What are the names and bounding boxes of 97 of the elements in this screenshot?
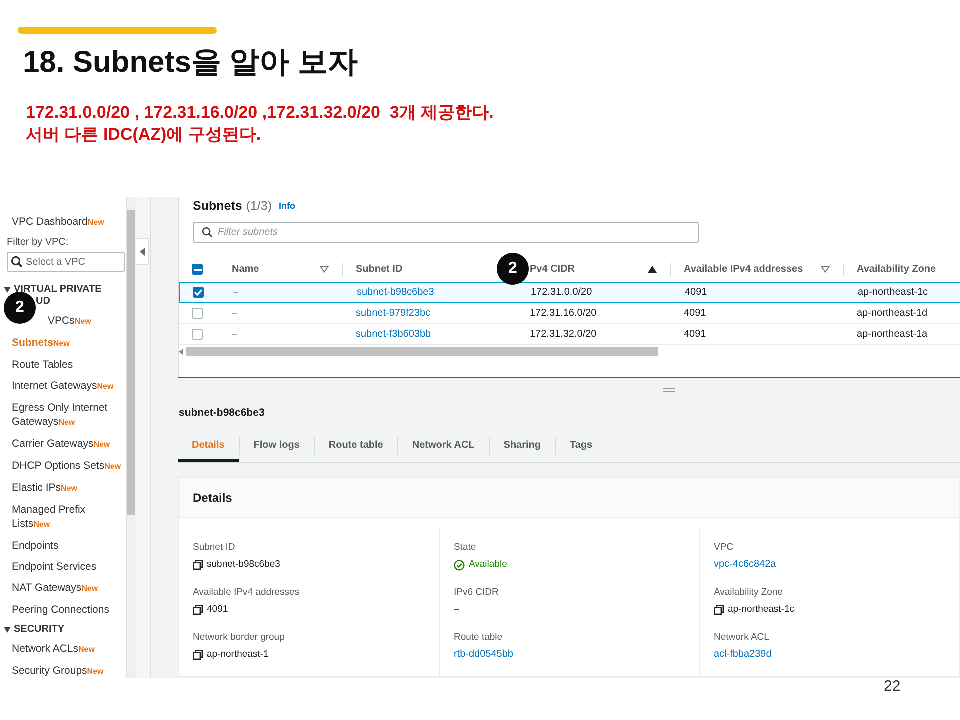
table-cell: ap-northeast-1a [857,328,928,340]
copy-icon[interactable] [193,560,203,570]
scroll-left-icon[interactable] [179,348,183,354]
card-title: Details [193,490,232,504]
table-cell: 172.31.16.0/20 [530,308,597,318]
minus-icon [194,268,202,270]
selection-count: (1/3) [246,198,272,212]
subnet-heading: subnet-b98c6be3 [178,406,266,419]
search-icon [11,256,23,268]
table-row[interactable]: – subnet-f3b603bb 172.31.32.0/20 4091 ap-northeast-1a [179,324,960,345]
row-checkbox[interactable] [192,308,203,318]
field-label: Subnet ID [193,542,236,554]
nav-link[interactable]: Network ACLsNew [0,639,126,661]
nav-link[interactable]: Security GroupsNew [0,661,126,678]
table-cell: 172.31.32.0/20 [530,328,597,340]
info-link[interactable]: Info [279,200,296,210]
row-checkbox[interactable] [193,287,204,298]
field-value: – [454,604,460,616]
nav-link[interactable]: Carrier GatewaysNew [0,434,126,456]
search-icon [202,227,213,238]
subnet-link[interactable]: subnet-f3b603bb [356,328,432,340]
tab[interactable]: Network ACL [398,429,489,462]
drag-handle-icon[interactable] [663,388,675,392]
select-all-checkbox[interactable] [192,264,203,275]
table-cell: 4091 [684,308,706,318]
field-link[interactable]: acl-fbba239d [714,649,772,661]
table-cell: 172.31.0.0/20 [531,287,592,298]
field-value: subnet-b98c6be3 [207,559,280,571]
field-value: ap-northeast-1 [207,649,269,661]
field-label: IPv6 CIDR [454,587,500,599]
table-row[interactable]: – subnet-b98c6be3 172.31.0.0/20 4091 ap-northeast-1c [179,282,960,303]
field-label: Availability Zone [714,587,784,599]
sort-triangle-icon[interactable] [320,266,329,273]
filter-label: Filter by VPC: [7,236,70,249]
field-link[interactable]: vpc-4c6c842a [714,559,776,571]
check-icon [194,289,203,296]
tab[interactable]: Sharing [490,429,556,462]
note-text: 서버 다른 IDC(AZ)에 구성된다. [26,124,262,146]
field-value: ap-northeast-1c [728,604,795,616]
nav-link[interactable]: Managed Prefix ListsNew [0,500,126,536]
field-value: 4091 [207,604,228,616]
table-row[interactable]: – subnet-979f23bc 172.31.16.0/20 4091 ap-northeast-1d [179,303,960,324]
page-number: 22 [884,678,901,695]
collapse-triangle-icon[interactable] [4,287,11,293]
nav-link[interactable]: Endpoints [0,536,126,557]
table-cell: – [232,328,238,340]
table-cell: ap-northeast-1d [857,308,928,318]
sort-ascending-icon[interactable] [648,266,657,273]
table-cell: 4091 [684,328,706,340]
nav-link[interactable]: Endpoint Services [0,557,126,578]
copy-icon[interactable] [193,605,203,615]
tab[interactable]: Flow logs [240,429,314,462]
nav-link[interactable]: Internet GatewaysNew [0,376,126,398]
tab[interactable]: Tags [556,429,607,462]
field-label: Available IPv4 addresses [193,587,300,599]
copy-icon[interactable] [193,650,203,660]
table-cell: 4091 [685,287,708,298]
table-cell: ap-northeast-1c [858,287,928,298]
slide-title: 18. Subnets을 알아 보자 [23,45,358,81]
check-circle-icon [454,560,465,570]
nav-link[interactable]: Egress Only Internet GatewaysNew [0,398,126,434]
tab[interactable]: Route table [314,429,398,462]
field-label: Route table [454,632,504,644]
nav-link[interactable]: Peering Connections [0,600,126,621]
column-header[interactable]: Availability Zone [857,264,936,275]
subnet-link[interactable]: subnet-979f23bc [356,308,431,318]
section-heading: UD [36,296,50,308]
caret-left-icon [140,248,144,256]
nav-link[interactable]: NAT GatewaysNew [0,578,126,600]
section-heading: SECURITY [14,624,65,636]
column-header[interactable]: Available IPv4 addresses [684,264,804,275]
nav-link[interactable]: Elastic IPsNew [0,478,126,500]
row-checkbox[interactable] [192,328,203,340]
field-label: VPC [714,542,735,554]
table-cell: – [233,287,239,298]
panel-title: Subnets [193,198,242,212]
field-link[interactable]: rtb-dd0545bb [454,649,514,661]
status-value: Available [468,559,508,571]
nav-link[interactable]: VPC DashboardNew [0,212,126,234]
collapse-triangle-icon[interactable] [4,627,11,633]
column-header[interactable]: Name [232,264,260,275]
note-text: 172.31.0.0/20 , 172.31.16.0/20 ,172.31.32.0/20 3개 제공한다. [26,102,495,124]
table-cell: – [232,308,238,318]
nav-link[interactable]: DHCP Options SetsNew [0,456,126,478]
field-label: State [454,542,478,554]
nav-link[interactable]: Route Tables [0,355,126,376]
field-label: Network border group [193,632,286,644]
sort-triangle-icon[interactable] [821,266,830,273]
filter-field[interactable]: Filter subnets [193,222,699,243]
column-header[interactable]: Pv4 CIDR [530,264,576,275]
scrollbar[interactable] [126,197,136,678]
vpc-select-field[interactable]: Select a VPC [7,252,125,272]
subnet-link[interactable]: subnet-b98c6be3 [357,287,434,298]
column-header[interactable]: Subnet ID [356,264,403,275]
copy-icon[interactable] [714,605,724,615]
collapse-button[interactable] [136,238,149,265]
field-label: Network ACL [714,632,770,644]
